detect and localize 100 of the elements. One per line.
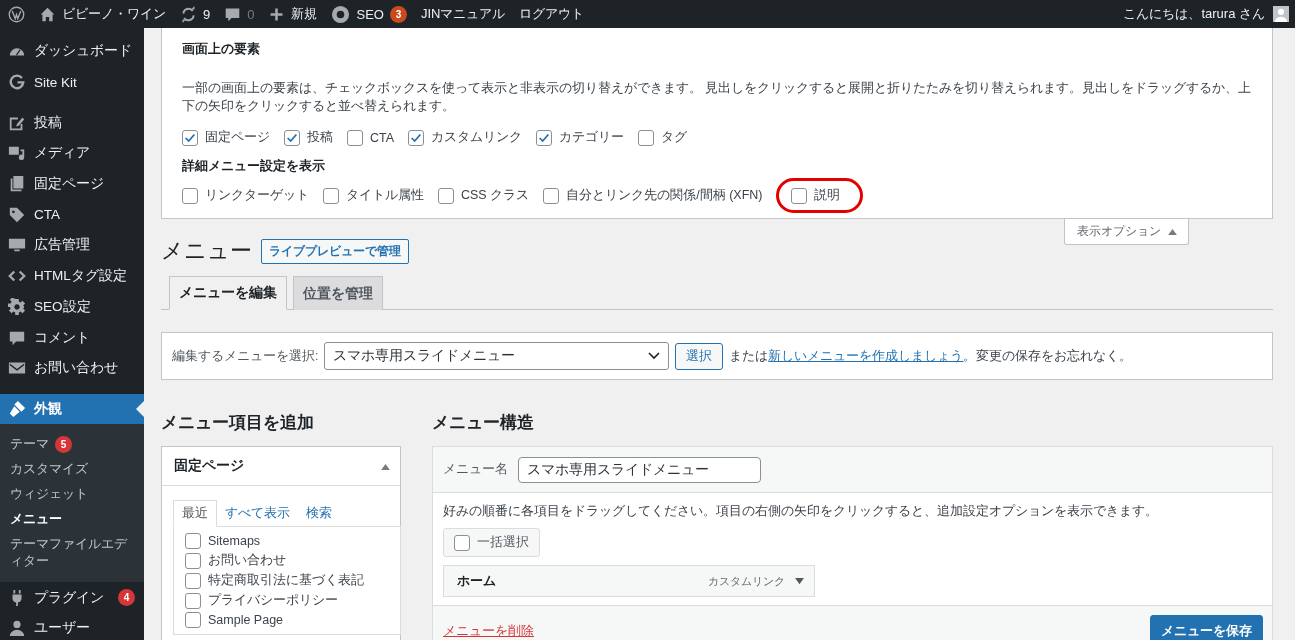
submenu-item[interactable]: テーマファイルエディター — [0, 532, 144, 575]
panel-tab[interactable]: すべて表示 — [217, 501, 298, 526]
comments-link[interactable]: 0 — [224, 5, 255, 23]
checkbox-option[interactable]: 説明 — [776, 178, 864, 213]
media-icon — [8, 144, 26, 163]
sidebar-item[interactable]: SEO設定 — [0, 291, 144, 323]
bulk-select-button[interactable]: 一括選択 — [443, 528, 540, 557]
sidebar-item[interactable]: 広告管理 — [0, 230, 144, 261]
count-badge: 5 — [55, 436, 72, 454]
nav-tab[interactable]: 位置を管理 — [293, 276, 383, 310]
count-badge: 3 — [389, 5, 407, 23]
page-title: メニュー — [161, 238, 252, 264]
caret-up-icon — [1167, 228, 1177, 235]
page-option[interactable]: プライバシーポリシー — [185, 592, 389, 609]
sidebar-item[interactable]: お問い合わせ — [0, 352, 144, 384]
page-option[interactable]: Sample Page — [185, 612, 389, 628]
checkbox-option[interactable]: タグ — [638, 129, 688, 146]
checkbox-option[interactable]: リンクターゲット — [182, 187, 309, 204]
checkbox[interactable] — [791, 187, 808, 204]
checkbox-option[interactable]: CSS クラス — [438, 187, 530, 204]
updates-link[interactable]: 9 — [180, 5, 211, 23]
caret-down-icon[interactable] — [795, 577, 804, 585]
tag-icon — [8, 205, 26, 224]
checkbox[interactable] — [438, 187, 454, 204]
panel-title: 固定ページ — [174, 457, 244, 475]
site-name-link[interactable]: ビビーノ・ワイン — [39, 5, 166, 23]
sidebar-item[interactable]: HTMLタグ設定 — [0, 260, 144, 292]
brush-icon — [8, 399, 26, 418]
section-heading: メニュー項目を追加 — [161, 412, 315, 434]
checkbox[interactable] — [182, 129, 198, 146]
submenu-item[interactable]: カスタマイズ — [0, 457, 144, 483]
checkbox[interactable] — [347, 129, 363, 146]
checkbox-option[interactable]: 投稿 — [284, 129, 333, 146]
checkbox[interactable] — [185, 612, 201, 628]
chevron-down-icon — [648, 352, 661, 360]
menu-dropdown[interactable]: スマホ専用スライドメニュー — [324, 342, 670, 370]
nav-tab[interactable]: メニューを編集 — [169, 276, 287, 310]
section-heading: 画面上の要素 — [182, 41, 261, 58]
instructions-text: 好みの順番に各項目をドラッグしてください。項目の右側の矢印をクリックすると、追加設定オプションを表示できます。 — [443, 503, 1159, 520]
checkbox[interactable] — [323, 187, 339, 204]
avatar-icon[interactable] — [1273, 6, 1289, 22]
home-icon — [39, 5, 56, 23]
checkbox[interactable] — [536, 129, 553, 146]
hint-text: または新しいメニューを作成しましょう。変更の保存をお忘れなく。 — [729, 347, 1133, 365]
create-menu-link[interactable]: 新しいメニューを作成しましょう — [768, 348, 964, 363]
sidebar-item[interactable]: メディア — [0, 138, 144, 169]
wordpress-logo-icon[interactable] — [8, 5, 25, 23]
page-option[interactable]: Sitemaps — [185, 533, 389, 549]
toolbar-link[interactable]: ログアウト — [519, 5, 585, 23]
sidebar-item[interactable]: 投稿 — [0, 107, 144, 139]
sidebar-item[interactable]: ダッシュボード — [0, 36, 144, 67]
page-option[interactable]: お問い合わせ — [185, 552, 389, 569]
checkbox-option[interactable]: カスタムリンク — [408, 129, 523, 146]
checkbox[interactable] — [454, 534, 470, 551]
panel-tab[interactable]: 最近 — [173, 500, 217, 527]
checkbox-option[interactable]: タイトル属性 — [323, 187, 424, 204]
sidebar-item[interactable]: CTA — [0, 199, 144, 231]
live-preview-button[interactable]: ライブプレビューで管理 — [261, 238, 409, 264]
panel-tab[interactable]: 検索 — [298, 501, 340, 526]
description-text: 一部の画面上の要素は、チェックボックスを使って表示と非表示の切り替えができます。 見出しをクリックすると展開と折りたたみを切り替えられます。見出しをドラッグするか、上下の矢印をクリックすると並べ替えられます。 — [182, 80, 1252, 115]
checkbox-option[interactable]: CTA — [347, 129, 395, 146]
sidebar-item[interactable]: プラグイン 4 — [0, 582, 144, 613]
menu-item-title: ホーム — [457, 572, 497, 590]
sidebar-item[interactable]: ユーザー — [0, 612, 144, 640]
sidebar-item[interactable]: 固定ページ — [0, 168, 144, 200]
checkbox[interactable] — [185, 552, 201, 569]
checkbox-option[interactable]: カテゴリー — [536, 129, 625, 146]
person-icon — [8, 619, 26, 638]
page-option[interactable]: 特定商取引法に基づく表記 — [185, 572, 389, 589]
select-button[interactable]: 選択 — [675, 342, 724, 370]
checkbox[interactable] — [185, 592, 201, 609]
submenu-item[interactable]: テーマ 5 — [0, 432, 144, 458]
delete-menu-link[interactable]: メニューを削除 — [443, 622, 534, 640]
sidebar-item[interactable]: コメント — [0, 322, 144, 353]
checkbox-option[interactable]: 固定ページ — [182, 129, 270, 146]
sidebar-item[interactable]: Site Kit — [0, 66, 144, 98]
seo-link[interactable]: SEO 3 — [331, 4, 407, 24]
select-label: 編集するメニューを選択: — [172, 347, 319, 365]
toolbar-link[interactable]: JINマニュアル — [420, 5, 506, 23]
sidebar-item[interactable]: 外観 — [0, 393, 144, 425]
checkbox[interactable] — [185, 533, 201, 549]
submenu-item[interactable]: メニュー — [0, 507, 144, 533]
panel-header[interactable]: 固定ページ — [162, 447, 400, 486]
checkbox[interactable] — [638, 129, 655, 146]
checkbox[interactable] — [182, 187, 198, 204]
submenu-item[interactable]: ウィジェット — [0, 482, 144, 508]
menu-name-field[interactable]: スマホ専用スライドメニュー — [518, 456, 761, 483]
screen-options-tab[interactable]: 表示オプション — [1064, 219, 1189, 245]
section-heading: メニュー構造 — [432, 412, 535, 434]
g-logo-icon — [8, 73, 26, 92]
checkbox-option[interactable]: 自分とリンク先の関係/間柄 (XFN) — [543, 187, 763, 204]
new-link[interactable]: 新規 — [268, 5, 318, 23]
checkbox[interactable] — [185, 572, 201, 589]
section-heading: 詳細メニュー設定を表示 — [182, 158, 326, 175]
checkbox[interactable] — [284, 129, 300, 146]
menu-item-bar[interactable]: ホーム カスタムリンク — [443, 565, 815, 597]
save-menu-button[interactable]: メニューを保存 — [1150, 615, 1263, 640]
greeting-text[interactable]: こんにちは、tarura さん — [1123, 5, 1265, 23]
checkbox[interactable] — [408, 129, 425, 146]
checkbox[interactable] — [543, 187, 560, 204]
